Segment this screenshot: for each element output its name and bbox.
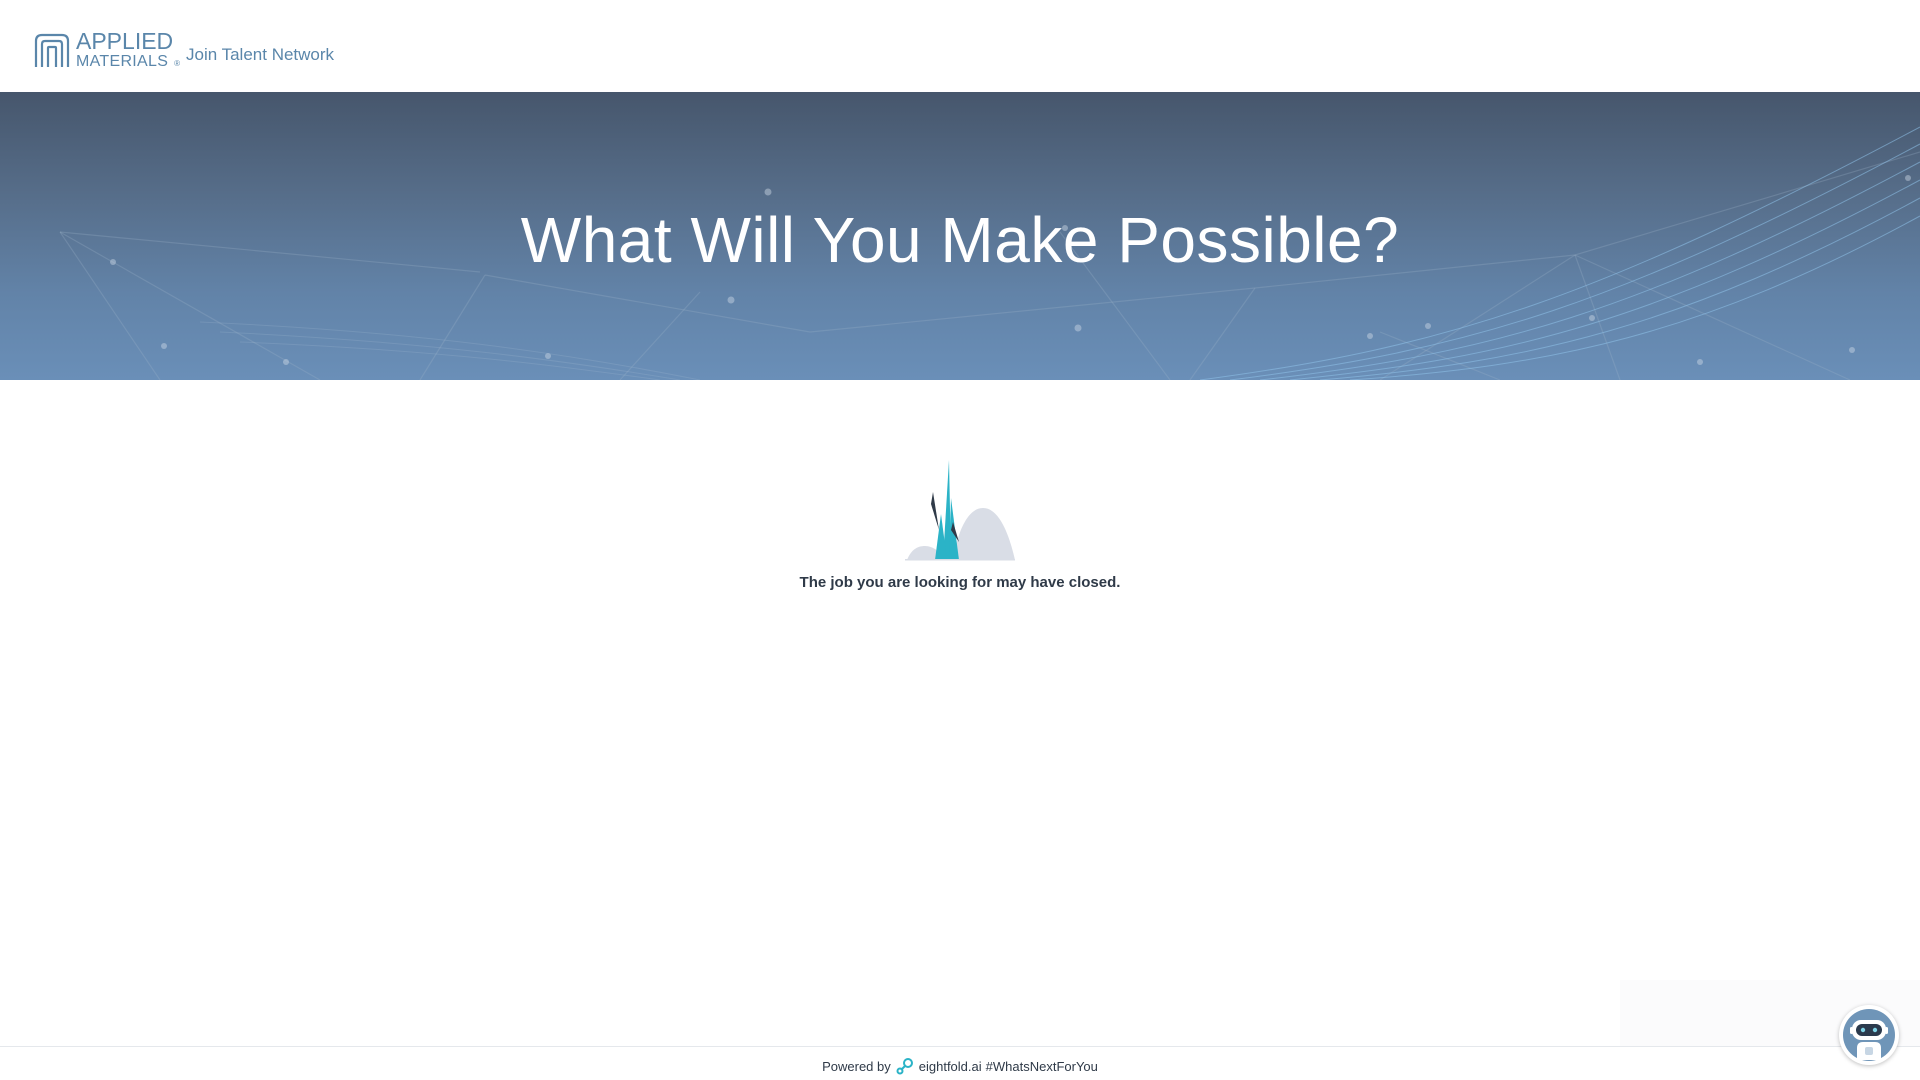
footer-hashtag: #WhatsNextForYou bbox=[985, 1058, 1098, 1074]
powered-by-label: Powered by bbox=[822, 1058, 891, 1074]
eightfold-logo-icon bbox=[896, 1058, 913, 1075]
logo-line-materials: MATERIALS bbox=[76, 53, 169, 70]
page: APPLIED MATERIALS ® Join Talent Network bbox=[0, 0, 1920, 1080]
applied-materials-logo[interactable]: APPLIED MATERIALS ® bbox=[32, 30, 180, 70]
hero-title: What Will You Make Possible? bbox=[520, 204, 1400, 276]
logo-wordmark: APPLIED MATERIALS bbox=[76, 30, 173, 70]
logo-registered-mark: ® bbox=[174, 59, 181, 68]
site-footer: Powered by eightfold.ai #WhatsNextForYou bbox=[0, 1046, 1920, 1080]
eightfold-link[interactable]: eightfold.ai bbox=[919, 1059, 982, 1074]
powered-by-bar: Powered by eightfold.ai #WhatsNextForYou bbox=[0, 1057, 1920, 1075]
job-closed-message: The job you are looking for may have clo… bbox=[799, 574, 1121, 591]
logo-line-applied: APPLIED bbox=[76, 28, 174, 54]
site-header: APPLIED MATERIALS ® Join Talent Network bbox=[0, 0, 1920, 92]
job-closed-message-section: The job you are looking for may have clo… bbox=[0, 460, 1920, 591]
chatbot-robot-icon bbox=[1843, 1009, 1895, 1061]
chatbot-launcher-button[interactable] bbox=[1839, 1005, 1899, 1065]
applied-materials-logo-icon bbox=[34, 33, 70, 67]
hero-banner: What Will You Make Possible? bbox=[0, 92, 1920, 380]
closed-job-illustration-icon bbox=[905, 460, 1015, 561]
join-talent-network-link[interactable]: Join Talent Network bbox=[186, 45, 334, 65]
